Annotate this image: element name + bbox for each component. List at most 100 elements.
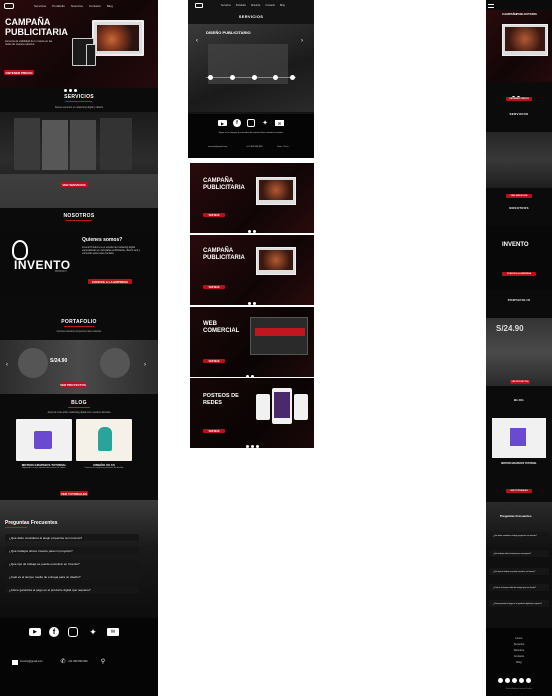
mobile-portfolio-button[interactable]: Ver proyectos — [510, 380, 530, 384]
blog-card-1[interactable]: MOTION GRAPHICS TUTORIAL Aprende a crear… — [16, 419, 72, 471]
mobile-footer-link-blog[interactable]: Blog — [486, 661, 552, 664]
mail-icon[interactable]: ✉ — [107, 628, 119, 636]
hero-cta-button[interactable]: Obtener precio — [4, 70, 34, 75]
slider-youtube-icon[interactable]: ▶ — [218, 120, 227, 126]
blog-button[interactable]: Ver tutoriales — [60, 491, 88, 496]
slide-1[interactable]: CAMPAÑA PUBLICITARIA Ver mas — [190, 163, 314, 233]
mobile-footer-link-servicios[interactable]: Servicios — [486, 643, 552, 646]
mobile-services-collage — [486, 132, 552, 188]
footer-email[interactable]: invento@gmail.com — [20, 660, 43, 663]
hero-section: Servicios Portafolio Nosotros Contacto B… — [0, 0, 158, 92]
slide-4-button[interactable]: Ver mas — [203, 429, 225, 433]
nav-item-contacto[interactable]: Contacto — [89, 4, 101, 8]
mobile-portfolio-slider: S/24.90 — [486, 318, 552, 386]
slider-mail-icon[interactable]: ✉ — [275, 120, 284, 126]
slide-2[interactable]: CAMPAÑA PUBLICITARIA Ver mas — [190, 235, 314, 305]
portfolio-button[interactable]: Ver proyectos — [60, 382, 86, 387]
chevron-left-icon[interactable]: ‹ — [6, 362, 8, 368]
hero-monitor-image — [92, 20, 144, 56]
mobile-about-button[interactable]: Conoce a la empresa — [502, 272, 536, 276]
mobile-faq-item-3[interactable]: ¿Qué tipo de trabajo se puede encontrar … — [489, 568, 549, 575]
slide-4-title-line1: POSTEOS DE — [203, 393, 239, 399]
slide-2-button[interactable]: Ver mas — [203, 285, 225, 289]
blog-card-1-image — [16, 419, 72, 461]
nav-item-blog[interactable]: Blog — [107, 4, 113, 8]
slider-page-nav: Servicios Portafolio Nosotros Contacto B… — [221, 4, 290, 7]
mobile-faq-item-2[interactable]: ¿Qué trabajos ofrece Invento para mi pro… — [489, 550, 549, 557]
mobile-hero-title-line2: PUBLICITARIA — [516, 12, 537, 16]
mobile-footer-link-home[interactable]: Home — [486, 637, 552, 640]
slider-footer-email[interactable]: invento@gmail.com — [208, 146, 227, 148]
faq-item-3[interactable]: ¿Qué tipo de trabajo se puede encontrar … — [5, 560, 139, 567]
slider-nav-blog[interactable]: Blog — [280, 4, 285, 7]
mobile-facebook-icon[interactable] — [505, 678, 510, 683]
mobile-hero-dots[interactable] — [512, 86, 522, 104]
mobile-footer-link-nosotros[interactable]: Nosotros — [486, 649, 552, 652]
slide-4-dots[interactable] — [246, 435, 261, 448]
blog-card-2[interactable]: DISEÑO UX /UI Conoce las mejores practic… — [76, 419, 132, 471]
footer-phone[interactable]: +51 999 999 999 — [68, 660, 88, 663]
services-slider-timeline[interactable] — [206, 77, 296, 78]
mobile-instagram-icon[interactable] — [512, 678, 517, 683]
about-button[interactable]: Conoce a la empresa — [88, 279, 132, 284]
slide-1-button[interactable]: Ver mas — [203, 213, 225, 217]
mobile-faq-item-5[interactable]: ¿Cómo garantiza el pago en el producto d… — [489, 600, 549, 607]
slide-2-title-line2: PUBLICITARIA — [203, 255, 245, 261]
services-slider-next-icon[interactable]: › — [301, 38, 303, 44]
instagram-icon[interactable] — [68, 627, 78, 637]
facebook-icon[interactable]: f — [49, 627, 59, 637]
mobile-blog-button[interactable]: Ver tutoriales — [506, 489, 532, 493]
slider-nav-portafolio[interactable]: Portafolio — [236, 4, 246, 7]
slider-facebook-icon[interactable]: f — [233, 119, 241, 127]
youtube-icon[interactable]: ▶ — [29, 628, 41, 636]
faq-item-1[interactable]: ¿Qué debo considerar al elegir proyectos… — [5, 534, 139, 541]
nav-item-portafolio[interactable]: Portafolio — [52, 4, 65, 8]
slider-twitter-icon[interactable]: ✦ — [261, 119, 269, 127]
timeline-dot-4[interactable] — [273, 75, 278, 80]
hero-subtitle: Aumenta la visibilidad de tu marca en la… — [5, 40, 53, 47]
slider-nav-servicios[interactable]: Servicios — [221, 4, 231, 7]
slider-footer-phone[interactable]: +51 999 999 999 — [246, 146, 262, 148]
services-underline — [66, 101, 92, 102]
slider-instagram-icon[interactable] — [247, 119, 255, 127]
slide-2-monitor — [256, 247, 296, 275]
timeline-dot-3[interactable] — [252, 75, 257, 80]
services-button[interactable]: Ver servicios — [60, 182, 88, 187]
mobile-hero-monitor — [502, 24, 548, 56]
slider-nav-nosotros[interactable]: Nosotros — [251, 4, 261, 7]
nav-item-servicios[interactable]: Servicios — [34, 4, 46, 8]
slider-nav-contacto[interactable]: Contacto — [265, 4, 275, 7]
mobile-faq-item-4[interactable]: ¿Cual es el tiempo medio de entrega para… — [489, 584, 549, 591]
services-slider-prev-icon[interactable]: ‹ — [196, 38, 198, 44]
mobile-twitter-icon[interactable] — [519, 678, 524, 683]
timeline-dot-2[interactable] — [230, 75, 235, 80]
mobile-menu-icon[interactable] — [488, 4, 494, 8]
faq-item-5[interactable]: ¿Cómo garantiza el pago en el producto d… — [5, 586, 139, 593]
logo[interactable] — [4, 3, 14, 9]
slide-3[interactable]: WEB COMERCIAL Ver mas — [190, 307, 314, 377]
faq-item-2[interactable]: ¿Qué trabajos ofrece Invento para mi pro… — [5, 547, 139, 554]
slide-2-dots[interactable] — [248, 292, 258, 305]
mobile-footer-link-contacto[interactable]: Contacto — [486, 655, 552, 658]
nav-item-nosotros[interactable]: Nosotros — [71, 4, 83, 8]
mobile-hero-button[interactable]: Obtener precio — [506, 97, 532, 101]
slide-3-button[interactable]: Ver mas — [203, 359, 225, 363]
slide-1-title-line1: CAMPAÑA — [203, 178, 234, 184]
mobile-blog-card[interactable]: MOTION GRAPHICS TUTORIAL — [492, 418, 546, 472]
slider-page-logo[interactable] — [195, 3, 203, 8]
slider-footer-tagline: Sigue a tus amigos y conocidos de nuestr… — [218, 132, 284, 134]
mobile-youtube-icon[interactable] — [498, 678, 503, 683]
mobile-faq-item-1[interactable]: ¿Qué debo considerar al elegir proyectos… — [489, 532, 549, 539]
mobile-social-icons[interactable] — [498, 678, 540, 683]
slide-3-dots[interactable] — [246, 365, 256, 377]
timeline-dot-1[interactable] — [208, 75, 213, 80]
faq-item-4[interactable]: ¿Cual es el tiempo medio de entrega para… — [5, 573, 139, 580]
twitter-icon[interactable]: ✦ — [87, 627, 99, 637]
slide-4[interactable]: POSTEOS DE REDES Ver mas — [190, 378, 314, 448]
chevron-right-icon[interactable]: › — [144, 362, 146, 368]
timeline-dot-5[interactable] — [290, 75, 295, 80]
slide-1-dots[interactable] — [248, 220, 258, 233]
about-body: Invento Product es un estudio de marketi… — [82, 246, 141, 256]
mobile-services-button[interactable]: Ver servicios — [506, 194, 532, 198]
mobile-mail-icon[interactable] — [526, 678, 531, 683]
